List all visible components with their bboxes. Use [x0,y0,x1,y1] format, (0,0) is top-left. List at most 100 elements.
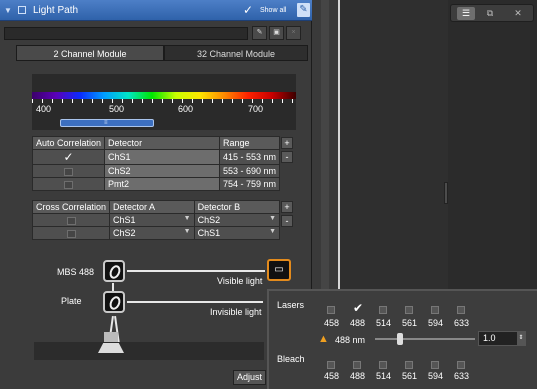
close-icon[interactable]: ✕ [509,7,527,20]
laser-checkbox-514[interactable] [379,306,387,314]
wavelength-label: 458 [324,371,340,381]
wavelength-label: 561 [402,318,418,328]
detector-b-select[interactable]: ChS1 ▼ [193,226,281,240]
chevron-down-icon[interactable]: ▼ [184,215,191,222]
detector-cell[interactable]: ChS1 [104,149,220,165]
detector-b-select[interactable]: ChS2 ▼ [193,213,281,227]
visible-light-label: Visible light [217,276,263,286]
wavelength-label: 594 [428,371,444,381]
col-header-detector-a: Detector A [109,200,195,214]
menu-icon[interactable]: ☰ [457,7,475,20]
save-icon[interactable]: ▣ [269,26,284,40]
table-row[interactable]: ✓ ChS1 415 - 553 nm [31,149,281,165]
bleach-checkbox-458[interactable] [327,361,335,369]
add-row-button[interactable]: + [281,201,293,213]
laser-power-slider[interactable] [375,338,475,340]
detector-icon: ▭ [274,264,284,275]
checkbox[interactable] [64,167,74,176]
table-row[interactable]: ChS2 ▼ ChS1 ▼ [31,226,281,240]
adjust-button[interactable]: Adjust [233,370,266,385]
laser-checkbox-594[interactable] [431,306,439,314]
window-icon[interactable]: ⧉ [481,7,499,20]
table-row[interactable]: ChS1 ▼ ChS2 ▼ [31,213,281,227]
col-header-auto: Auto Correlation [31,136,106,150]
laser-checkbox-561[interactable] [405,306,413,314]
chevron-down-icon[interactable]: ▼ [269,215,276,222]
range-cell: 415 - 553 nm [218,149,281,165]
panel-header[interactable]: ▼ Light Path ✓ Show all ✎ [0,0,312,21]
show-all-label[interactable]: Show all [260,7,286,14]
wavelength-label: 561 [402,371,418,381]
range-slider[interactable]: ≡ [60,119,154,127]
range-cell: 553 - 690 nm [218,164,281,178]
spectrum-ticks [32,99,296,103]
checkbox[interactable] [64,180,74,189]
collapse-triangle-icon[interactable]: ▼ [4,6,12,15]
specimen-stage [34,342,264,360]
chevron-down-icon[interactable]: ▼ [269,228,276,235]
tab-32-channel-module[interactable]: 32 Channel Module [164,45,308,61]
config-name-input[interactable] [4,27,248,40]
detector-a-select[interactable]: ChS2 ▼ [109,226,195,240]
detector-a-select[interactable]: ChS1 ▼ [109,213,195,227]
row-check[interactable] [31,213,111,227]
light-path-window: ▼ Light Path ✓ Show all ✎ ✎ ▣ × 2 Channe… [0,0,537,389]
wavelength-label: 514 [376,318,392,328]
range-cell: 754 - 759 nm [218,177,281,191]
wavelength-label: 633 [454,371,470,381]
wavelength-label: 488 [350,318,366,328]
laser-checkbox-633[interactable] [457,306,465,314]
laser-check-icon-488[interactable]: ✔ [353,301,363,315]
table-row[interactable]: Pmt2 754 - 759 nm [31,177,281,191]
spectrum-bar [32,92,296,99]
tick-label: 400 [36,104,52,114]
mbs-mirror-icon[interactable] [103,260,125,282]
row-check[interactable] [31,226,111,240]
check-icon[interactable]: ✓ [63,150,73,164]
show-all-check-icon[interactable]: ✓ [243,3,253,17]
delete-icon[interactable]: × [286,26,301,40]
grip-icon[interactable]: ≡ [104,120,108,126]
remove-row-button[interactable]: - [281,215,293,227]
checkbox[interactable] [66,229,76,238]
tab-2-channel-module[interactable]: 2 Channel Module [16,45,164,61]
detector-a-value: ChS1 [113,215,136,225]
bleach-label: Bleach [277,354,305,364]
checkbox[interactable] [66,216,76,225]
objective-body [104,332,118,342]
bleach-checkbox-561[interactable] [405,361,413,369]
bleach-checkbox-514[interactable] [379,361,387,369]
bleach-checkbox-594[interactable] [431,361,439,369]
detector-cell[interactable]: Pmt2 [104,177,220,191]
invisible-light-label: Invisible light [210,307,262,317]
panel-enable-checkbox[interactable] [18,6,26,14]
col-header-detector-b: Detector B [193,200,281,214]
table-row[interactable]: ChS2 553 - 690 nm [31,164,281,178]
spinner-icon[interactable]: ⇕ [517,332,525,345]
wavelength-label: 458 [324,318,340,328]
plate-mirror-icon[interactable] [103,291,125,313]
row-check[interactable] [31,164,106,178]
beam-line [127,270,265,272]
laser-checkbox-458[interactable] [327,306,335,314]
laser-popup: Lasers ✔ 458 488 514 561 594 633 ▲ 488 n… [267,289,537,389]
col-header-detector: Detector [104,136,220,150]
wavelength-label: 633 [454,318,470,328]
bleach-checkbox-488[interactable] [353,361,361,369]
slider-knob[interactable] [397,333,403,345]
panel-title: Light Path [33,5,79,16]
row-check[interactable] [31,177,106,191]
row-check[interactable]: ✓ [31,149,106,165]
remove-row-button[interactable]: - [281,151,293,163]
add-row-button[interactable]: + [281,137,293,149]
chevron-down-icon[interactable]: ▼ [184,228,191,235]
detector-cell[interactable]: ChS2 [104,164,220,178]
detector-button[interactable]: ▭ [267,259,291,281]
wavelength-label: 514 [376,371,392,381]
detector-b-value: ChS1 [197,228,221,238]
bleach-checkbox-633[interactable] [457,361,465,369]
laser-power-value: 1.0 [483,333,496,343]
edit-icon[interactable]: ✎ [252,26,267,40]
pin-icon[interactable]: ✎ [297,3,310,17]
laser-power-input[interactable]: 1.0 ⇕ [478,331,526,346]
